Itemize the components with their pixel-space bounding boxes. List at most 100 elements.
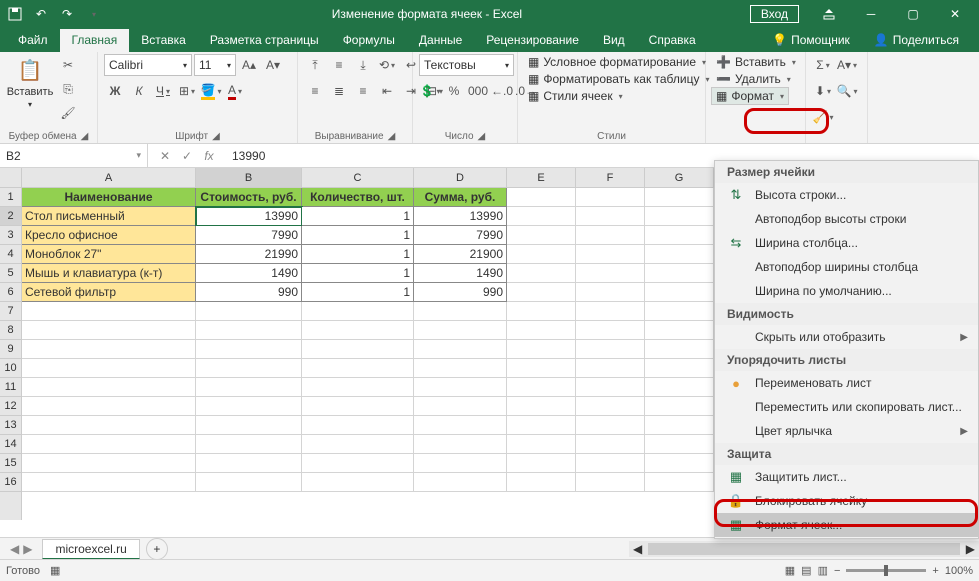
cell[interactable] bbox=[507, 359, 576, 378]
cell[interactable] bbox=[196, 397, 302, 416]
cell[interactable] bbox=[196, 340, 302, 359]
cell[interactable] bbox=[576, 283, 645, 302]
dd-hide-show[interactable]: Скрыть или отобразить▶ bbox=[715, 325, 978, 349]
cell[interactable] bbox=[645, 473, 714, 492]
cell[interactable]: 1 bbox=[302, 283, 414, 302]
col-header-B[interactable]: B bbox=[196, 168, 302, 187]
row-header-4[interactable]: 4 bbox=[0, 245, 21, 264]
cell[interactable] bbox=[302, 454, 414, 473]
cell[interactable] bbox=[414, 397, 507, 416]
row-header-11[interactable]: 11 bbox=[0, 378, 21, 397]
view-pagelayout-icon[interactable]: ▤ bbox=[801, 564, 811, 577]
shrink-font-icon[interactable]: A▾ bbox=[262, 54, 284, 76]
col-header-G[interactable]: G bbox=[645, 168, 714, 187]
cell[interactable] bbox=[576, 321, 645, 340]
autosum-icon[interactable]: Σ bbox=[812, 54, 834, 76]
percent-icon[interactable]: % bbox=[443, 80, 465, 102]
cell[interactable] bbox=[576, 435, 645, 454]
sheet-prev-icon[interactable]: ◀ bbox=[10, 542, 19, 556]
col-header-F[interactable]: F bbox=[576, 168, 645, 187]
cell[interactable]: Кресло офисное bbox=[22, 226, 196, 245]
cell[interactable]: 990 bbox=[414, 283, 507, 302]
cell[interactable] bbox=[302, 359, 414, 378]
cell[interactable]: Сумма, руб. bbox=[414, 188, 507, 207]
cell[interactable] bbox=[645, 397, 714, 416]
cell[interactable] bbox=[645, 302, 714, 321]
view-normal-icon[interactable]: ▦ bbox=[785, 564, 795, 577]
cell[interactable] bbox=[507, 321, 576, 340]
align-top-icon[interactable]: ⤒ bbox=[304, 54, 326, 76]
cell[interactable] bbox=[302, 378, 414, 397]
cell[interactable]: Наименование bbox=[22, 188, 196, 207]
cell[interactable] bbox=[414, 435, 507, 454]
cell[interactable] bbox=[645, 226, 714, 245]
conditional-formatting[interactable]: ▦Условное форматирование bbox=[524, 54, 710, 70]
cell[interactable]: Стоимость, руб. bbox=[196, 188, 302, 207]
dd-autofit-col[interactable]: Автоподбор ширины столбца bbox=[715, 255, 978, 279]
cell[interactable] bbox=[414, 473, 507, 492]
cell[interactable] bbox=[507, 340, 576, 359]
cell[interactable]: 13990 bbox=[414, 207, 507, 226]
underline-button[interactable]: Ч bbox=[152, 80, 174, 102]
save-icon[interactable] bbox=[4, 3, 26, 25]
row-header-6[interactable]: 6 bbox=[0, 283, 21, 302]
cell[interactable] bbox=[645, 188, 714, 207]
cell[interactable]: 7990 bbox=[414, 226, 507, 245]
cell[interactable] bbox=[302, 397, 414, 416]
cell[interactable] bbox=[22, 416, 196, 435]
orientation-icon[interactable]: ⟲ bbox=[376, 54, 398, 76]
cell[interactable] bbox=[507, 435, 576, 454]
cell[interactable] bbox=[196, 435, 302, 454]
row-header-1[interactable]: 1 bbox=[0, 188, 21, 207]
cell[interactable] bbox=[645, 321, 714, 340]
macro-icon[interactable]: ▦ bbox=[50, 564, 60, 577]
cell[interactable] bbox=[645, 264, 714, 283]
italic-button[interactable]: К bbox=[128, 80, 150, 102]
cell[interactable] bbox=[414, 416, 507, 435]
name-box[interactable]: B2▾ bbox=[0, 144, 148, 168]
cell[interactable] bbox=[196, 416, 302, 435]
cell[interactable] bbox=[302, 416, 414, 435]
cell[interactable] bbox=[22, 397, 196, 416]
cell[interactable]: 1 bbox=[302, 226, 414, 245]
cell[interactable] bbox=[22, 435, 196, 454]
cell[interactable] bbox=[645, 435, 714, 454]
comma-icon[interactable]: 000 bbox=[467, 80, 489, 102]
row-header-13[interactable]: 13 bbox=[0, 416, 21, 435]
close-icon[interactable]: ✕ bbox=[935, 0, 975, 28]
row-header-9[interactable]: 9 bbox=[0, 340, 21, 359]
share-button[interactable]: 👤Поделиться bbox=[862, 29, 971, 52]
cell[interactable]: 7990 bbox=[196, 226, 302, 245]
borders-icon[interactable]: ⊞ bbox=[176, 80, 198, 102]
row-header-14[interactable]: 14 bbox=[0, 435, 21, 454]
cut-icon[interactable]: ✂ bbox=[57, 54, 79, 76]
sheet-next-icon[interactable]: ▶ bbox=[23, 542, 32, 556]
cell[interactable] bbox=[576, 416, 645, 435]
tab-review[interactable]: Рецензирование bbox=[474, 29, 591, 52]
cell[interactable] bbox=[576, 245, 645, 264]
grow-font-icon[interactable]: A▴ bbox=[238, 54, 260, 76]
cell[interactable] bbox=[507, 188, 576, 207]
row-header-5[interactable]: 5 bbox=[0, 264, 21, 283]
currency-icon[interactable]: 💲 bbox=[419, 80, 441, 102]
cell[interactable] bbox=[302, 473, 414, 492]
cell[interactable]: 990 bbox=[196, 283, 302, 302]
align-center-icon[interactable]: ≣ bbox=[328, 80, 350, 102]
align-bottom-icon[interactable]: ⤓ bbox=[352, 54, 374, 76]
sheet-tab[interactable]: microexcel.ru bbox=[42, 539, 139, 559]
tell-me[interactable]: 💡Помощник bbox=[760, 29, 862, 52]
row-header-12[interactable]: 12 bbox=[0, 397, 21, 416]
cell[interactable] bbox=[645, 359, 714, 378]
cell[interactable] bbox=[196, 378, 302, 397]
cell[interactable] bbox=[414, 321, 507, 340]
cell[interactable] bbox=[507, 226, 576, 245]
cell[interactable] bbox=[22, 359, 196, 378]
cancel-icon[interactable]: ✕ bbox=[156, 149, 174, 163]
cell[interactable] bbox=[576, 397, 645, 416]
bold-button[interactable]: Ж bbox=[104, 80, 126, 102]
inc-decimal-icon[interactable]: ←.0 bbox=[491, 80, 513, 102]
sort-filter-icon[interactable]: A▾ bbox=[836, 54, 858, 76]
cell[interactable] bbox=[196, 454, 302, 473]
tab-formulas[interactable]: Формулы bbox=[331, 29, 407, 52]
zoom-slider[interactable] bbox=[846, 569, 926, 572]
